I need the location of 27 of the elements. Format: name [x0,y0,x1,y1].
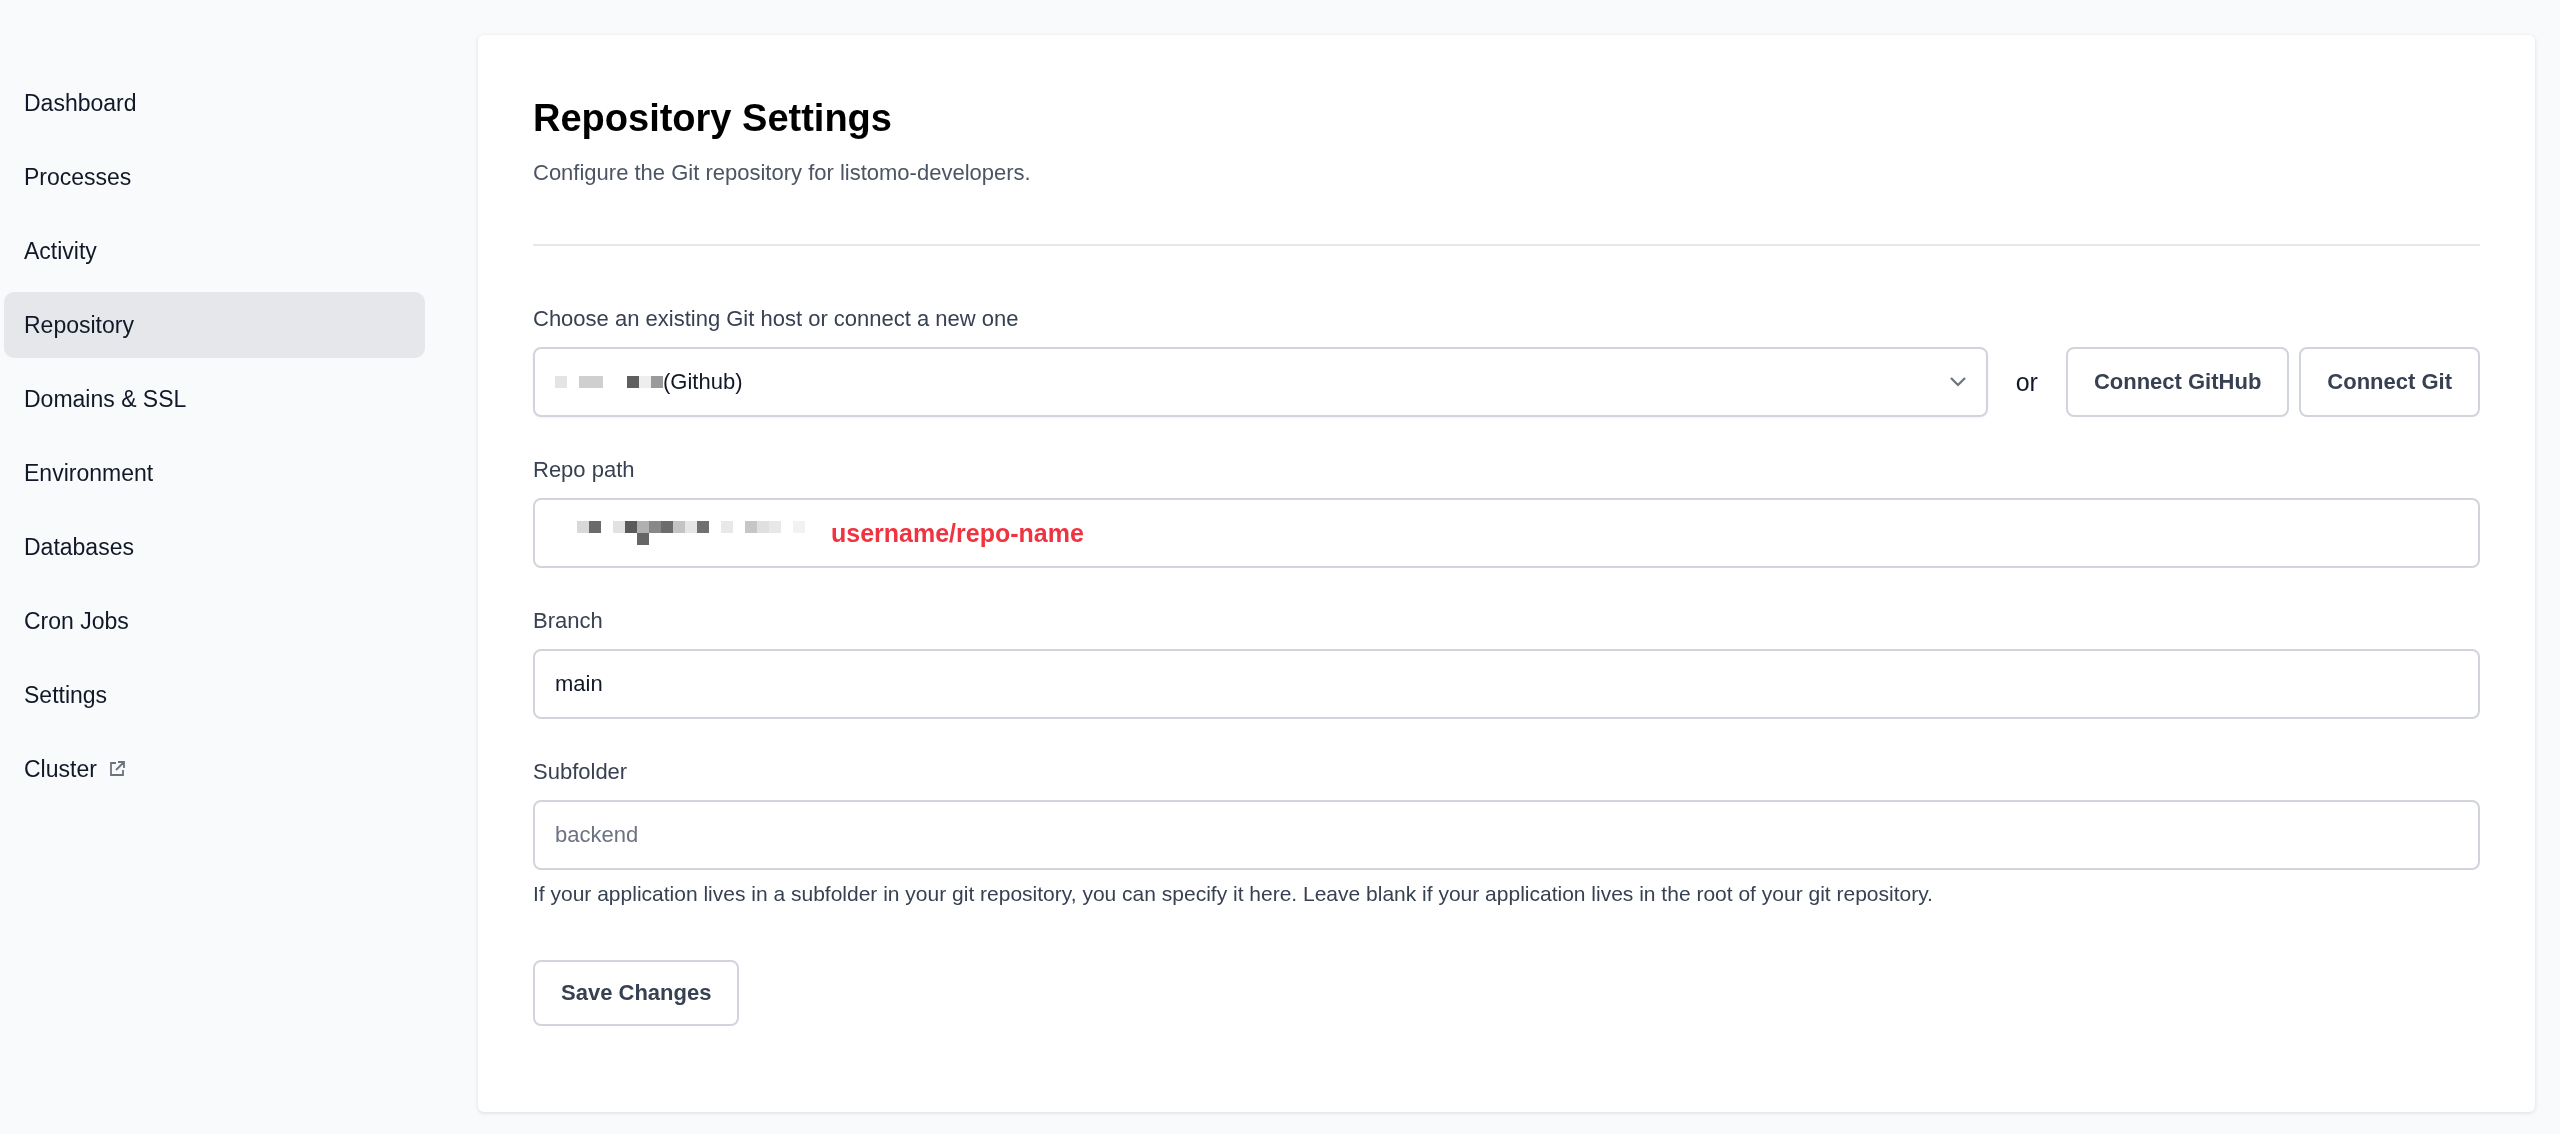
page-title: Repository Settings [533,97,893,140]
subfolder-input[interactable]: backend [533,800,2480,870]
sidebar-item[interactable]: Cron Jobs [4,588,425,654]
sidebar-item[interactable]: Domains & SSL [4,366,425,432]
field-label: Branch [533,608,604,634]
help-text: If your application lives in a subfolder in your git repository, you can specify it here. Leave blank if your application lives in the root of your git repository. [533,882,1934,906]
or-text: or [2015,367,2038,397]
page-subtitle: Configure the Git repository for listomo-developers. [533,160,1032,186]
sidebar-item[interactable]: Databases [4,514,425,580]
sidebar-item[interactable]: Cluster [4,736,425,802]
git-host-select[interactable]: (Github) [533,347,1988,417]
field-label: Repo path [533,457,636,483]
field-label: Subfolder [533,759,629,785]
text-input[interactable]: username/repo-name [533,498,2480,568]
sidebar-item[interactable]: Processes [4,144,425,210]
connect-button[interactable]: Connect Git [2299,347,2480,417]
save-button[interactable]: Save Changes [533,960,740,1026]
text-input[interactable]: main [533,649,2480,719]
sidebar-item[interactable]: Repository [4,292,425,358]
sidebar-item[interactable]: Activity [4,218,425,284]
annotation-text: username/repo-name [831,518,1084,548]
connect-button[interactable]: Connect GitHub [2065,347,2290,417]
field-label: Choose an existing Git host or connect a new one [533,306,1020,332]
sidebar-item[interactable]: Dashboard [4,70,425,136]
sidebar-item[interactable]: Environment [4,440,425,506]
chevron-down-icon [1947,376,1968,388]
sidebar-item[interactable]: Settings [4,662,425,728]
